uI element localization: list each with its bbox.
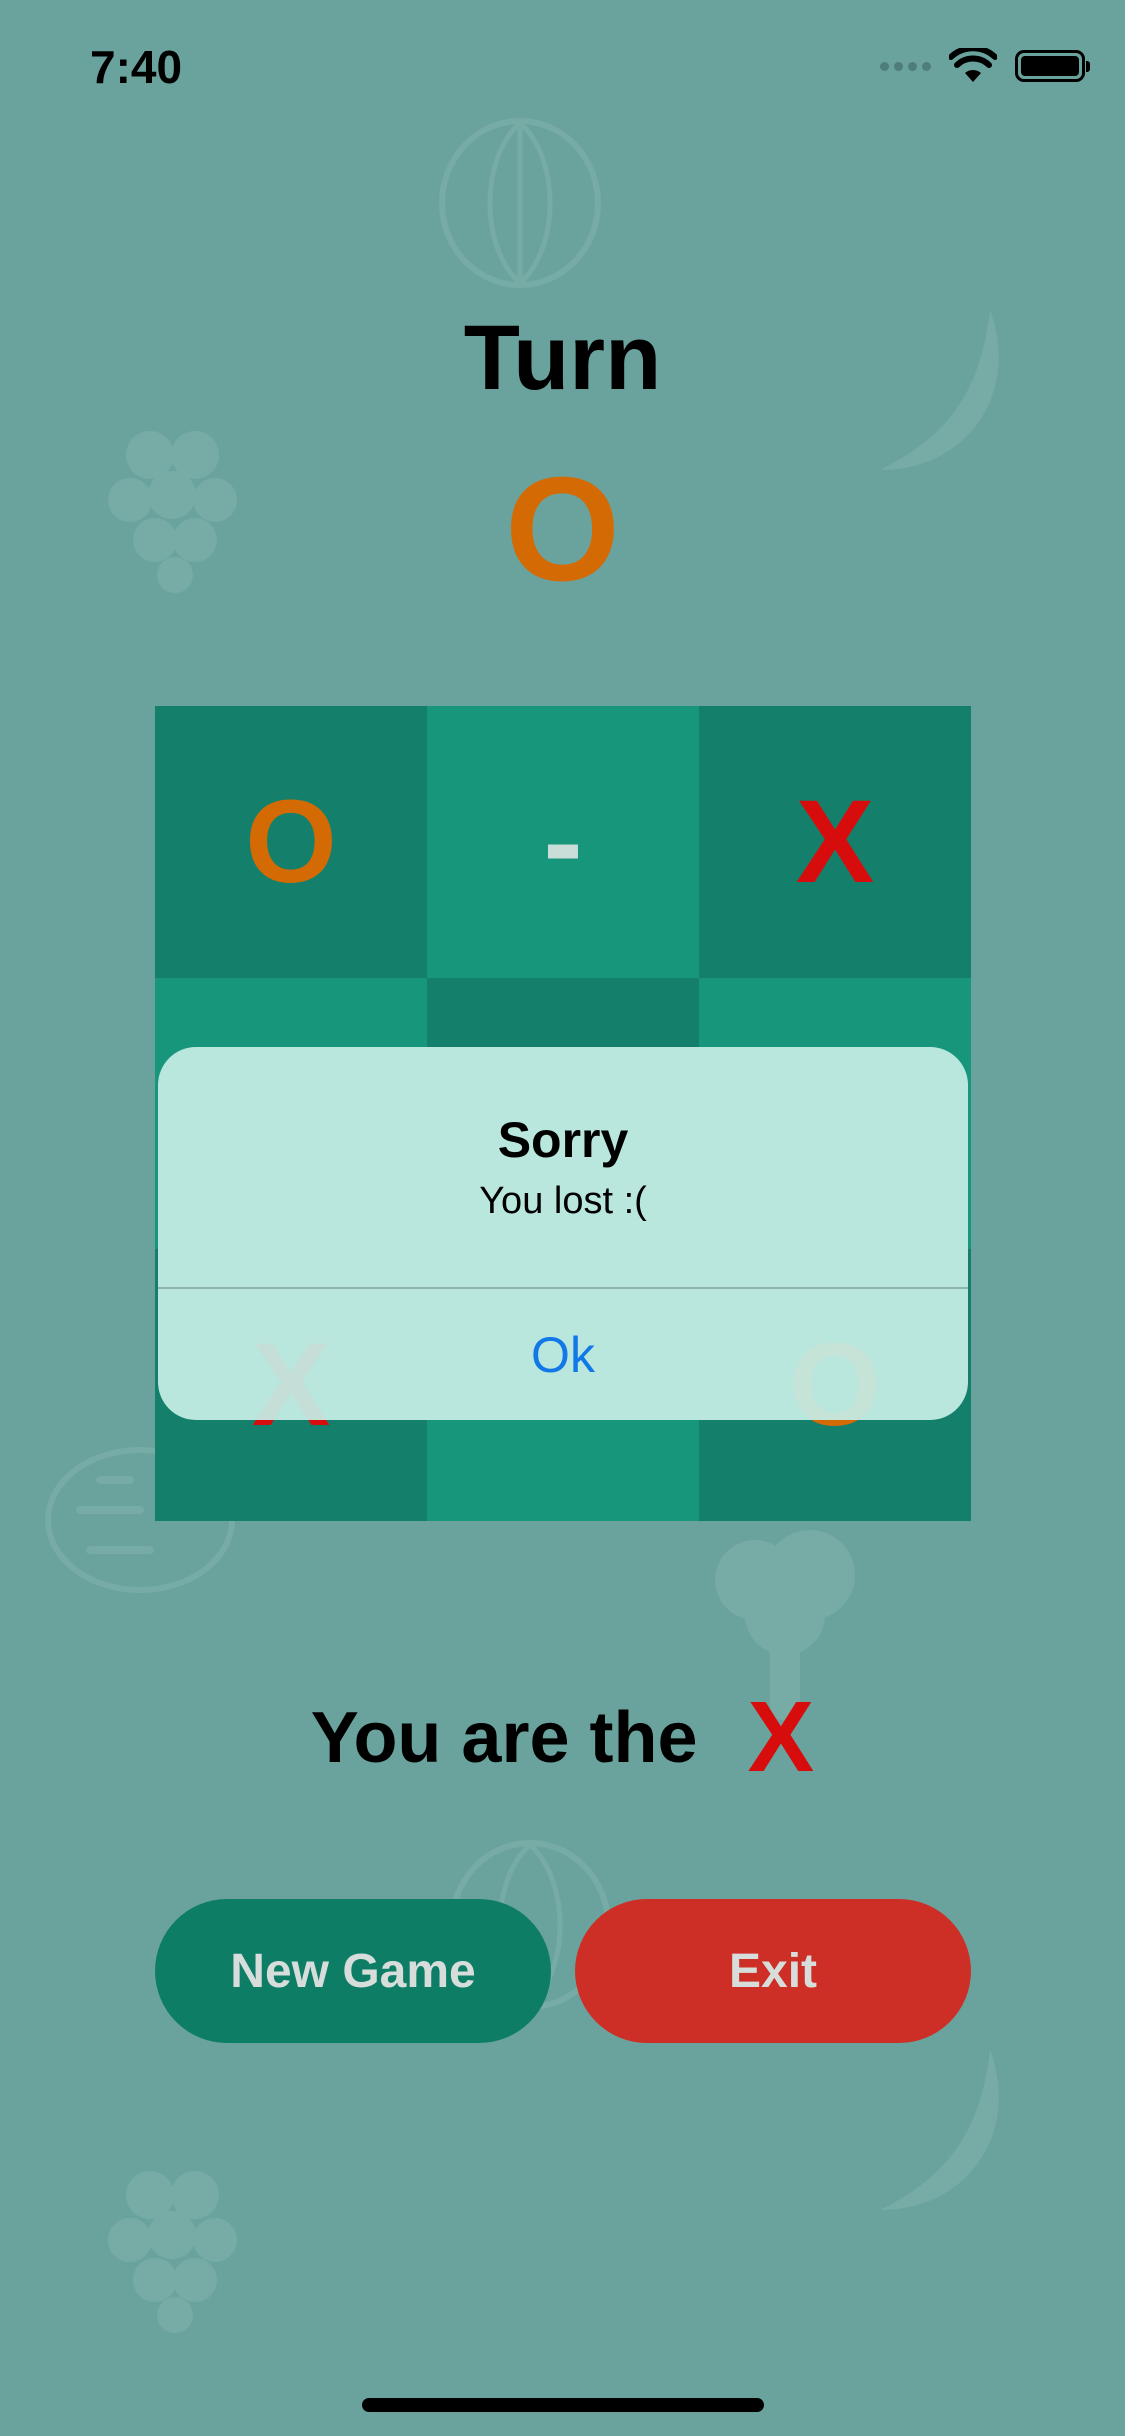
- turn-title: Turn: [463, 307, 662, 409]
- wifi-icon: [949, 48, 997, 82]
- alert-message: You lost :(: [479, 1180, 647, 1222]
- board-cell[interactable]: -: [427, 706, 699, 978]
- player-symbol: X: [747, 1681, 815, 1793]
- player-info: You are the X: [0, 1680, 1125, 1795]
- status-bar-right: [880, 48, 1090, 84]
- player-label: You are the: [310, 1697, 698, 1778]
- board-cell[interactable]: X: [699, 706, 971, 978]
- turn-symbol: O: [504, 447, 621, 612]
- alert-ok-button[interactable]: Ok: [158, 1289, 968, 1420]
- grapes-icon: [108, 2171, 237, 2333]
- new-game-button[interactable]: New Game: [155, 1899, 551, 2043]
- banana-icon: [880, 2050, 999, 2210]
- signal-icon: [880, 61, 931, 71]
- alert-dialog: Sorry You lost :( Ok: [158, 1047, 968, 1420]
- home-indicator[interactable]: [362, 2398, 764, 2412]
- status-time: 7:40: [90, 41, 183, 93]
- battery-icon: [1015, 50, 1090, 82]
- board-cell[interactable]: O: [155, 706, 427, 978]
- alert-title: Sorry: [497, 1112, 629, 1168]
- watermelon-icon: [439, 118, 601, 288]
- exit-button[interactable]: Exit: [575, 1899, 971, 2043]
